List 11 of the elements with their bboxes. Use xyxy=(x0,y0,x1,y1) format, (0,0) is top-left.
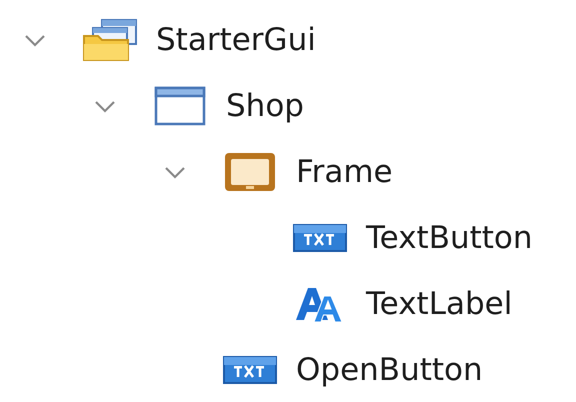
window-icon xyxy=(152,84,208,128)
frame-icon xyxy=(222,150,278,194)
tree-item-label[interactable]: StarterGui xyxy=(156,16,316,64)
folder-windows-icon xyxy=(82,18,138,62)
tree-item-label[interactable]: Frame xyxy=(296,148,393,196)
tree-item-label[interactable]: Shop xyxy=(226,82,304,130)
text-button-icon xyxy=(292,223,348,253)
tree-item-label[interactable]: TextButton xyxy=(366,214,533,262)
tree-item-label[interactable]: TextLabel xyxy=(366,280,512,328)
text-button-icon xyxy=(222,355,278,385)
tree-item-label[interactable]: OpenButton xyxy=(296,346,483,394)
